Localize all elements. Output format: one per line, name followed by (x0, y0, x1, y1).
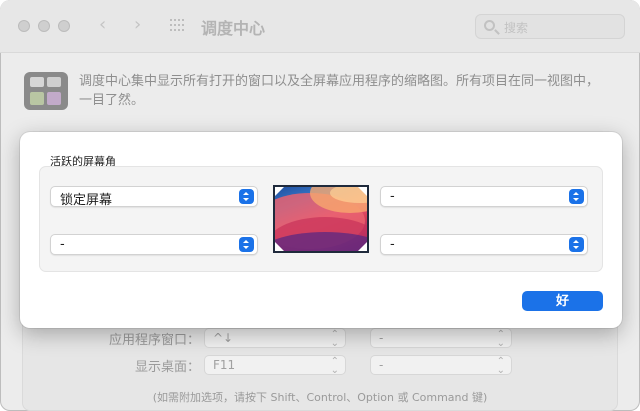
top-left-corner-value: 锁定屏幕 (60, 193, 113, 208)
chevron-updown-icon: ⌃ ⌄ (496, 356, 505, 376)
desktop-preview-image (273, 185, 369, 253)
show-all-grid-icon[interactable] (170, 19, 186, 33)
titlebar: ‹ › 调度中心 搜索 (0, 0, 640, 52)
app-windows-modifier-select[interactable]: - ⌃ ⌄ (370, 328, 512, 349)
top-right-corner-select[interactable]: - (380, 186, 588, 207)
search-field[interactable]: 搜索 (475, 14, 625, 39)
app-windows-modifier-value: - (379, 331, 384, 345)
app-windows-shortcut-value: ^↓ (213, 331, 234, 345)
mission-control-app-icon (24, 72, 68, 110)
titlebar-divider (0, 52, 640, 53)
minimize-window-button[interactable] (38, 20, 50, 32)
modifier-hint-note: (如需附加选项，请按下 Shift、Control、Option 或 Comma… (152, 391, 488, 404)
chevron-updown-icon: ⌃ ⌄ (496, 329, 505, 349)
app-windows-shortcut-select[interactable]: ^↓ ⌃ ⌄ (204, 328, 346, 349)
chevron-updown-icon (569, 237, 584, 252)
hot-corners-sheet: 活跃的屏幕角 锁定屏幕 - - - 好 (20, 132, 622, 328)
chevron-updown-icon (239, 189, 254, 204)
chevron-updown-icon (569, 189, 584, 204)
bottom-right-corner-marker-icon (358, 242, 367, 251)
chevron-updown-icon (239, 237, 254, 252)
top-right-corner-value: - (390, 189, 395, 204)
show-desktop-modifier-value: - (379, 358, 384, 372)
zoom-window-button[interactable] (58, 20, 70, 32)
bottom-left-corner-marker-icon (275, 242, 284, 251)
search-placeholder: 搜索 (504, 21, 529, 35)
back-arrow-icon[interactable]: ‹ (99, 14, 106, 36)
show-desktop-label: 显示桌面： (134, 360, 200, 375)
top-left-corner-marker-icon (275, 187, 284, 196)
pane-description: 调度中心集中显示所有打开的窗口以及全屏幕应用程序的缩略图。所有项目在同一视图中，… (79, 74, 600, 108)
top-left-corner-select[interactable]: 锁定屏幕 (50, 186, 258, 208)
show-desktop-shortcut-select[interactable]: F11 ⌃ ⌄ (204, 355, 346, 376)
show-desktop-shortcut-value: F11 (213, 358, 236, 372)
chevron-updown-icon: ⌃ ⌄ (330, 356, 339, 376)
bottom-right-corner-select[interactable]: - (380, 234, 588, 255)
show-desktop-modifier-select[interactable]: - ⌃ ⌄ (370, 355, 512, 376)
top-right-corner-marker-icon (358, 187, 367, 196)
bottom-left-corner-select[interactable]: - (50, 234, 258, 255)
bottom-right-corner-value: - (390, 237, 395, 252)
close-window-button[interactable] (18, 20, 30, 32)
ok-button[interactable]: 好 (522, 291, 603, 311)
chevron-updown-icon: ⌃ ⌄ (330, 329, 339, 349)
window-title: 调度中心 (201, 19, 266, 38)
search-icon (484, 20, 495, 31)
app-windows-label: 应用程序窗口： (108, 333, 200, 348)
forward-arrow-icon[interactable]: › (134, 14, 141, 36)
bottom-left-corner-value: - (60, 237, 65, 252)
